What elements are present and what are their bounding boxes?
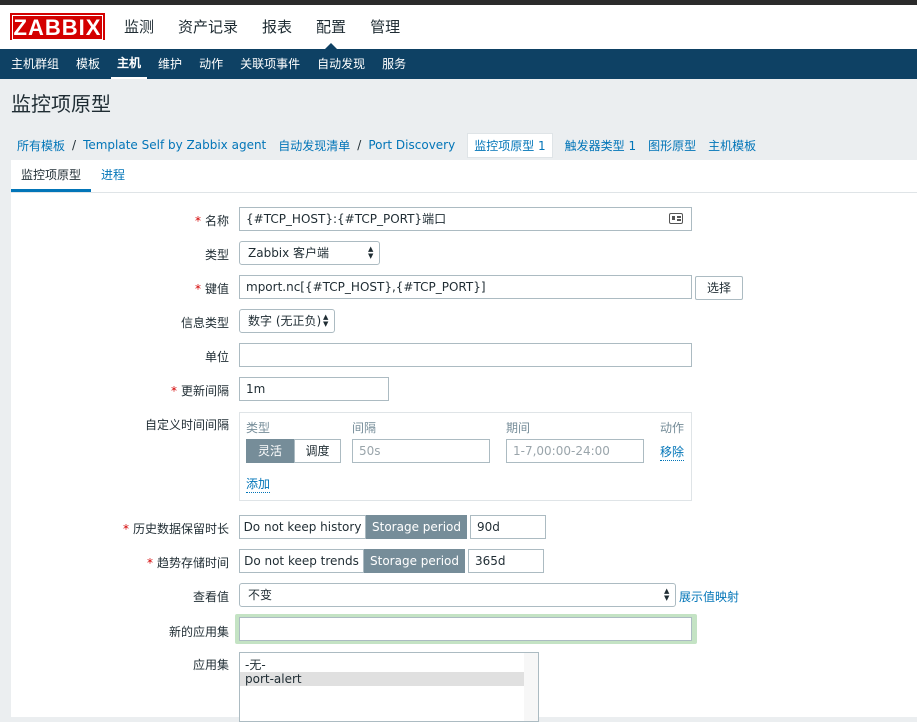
key-select-button[interactable]: 选择: [695, 276, 743, 300]
topmenu-inventory[interactable]: 资产记录: [166, 5, 250, 49]
breadcrumb-all-templates[interactable]: 所有模板: [17, 137, 65, 154]
flexible-toggle[interactable]: 灵活: [246, 439, 294, 463]
tab-process[interactable]: 进程: [91, 160, 135, 191]
history-label: * 历史数据保留时长: [122, 522, 229, 536]
info-type-label: 信息类型: [180, 316, 229, 330]
col-action-header: 动作: [660, 421, 685, 435]
history-no-keep-toggle[interactable]: Do not keep history: [239, 515, 366, 539]
history-storage-toggle[interactable]: Storage period: [366, 515, 467, 539]
zabbix-logo[interactable]: ZABBIX: [10, 13, 105, 40]
top-menu: 监测 资产记录 报表 配置 管理: [112, 5, 412, 49]
select-arrows-icon: ▲ ▼: [323, 313, 329, 328]
topmenu-reports[interactable]: 报表: [250, 5, 304, 49]
name-value: {#TCP_HOST}:{#TCP_PORT}端口: [246, 212, 447, 226]
topmenu-configuration[interactable]: 配置: [304, 5, 358, 49]
name-input[interactable]: {#TCP_HOST}:{#TCP_PORT}端口: [239, 207, 692, 231]
header: ZABBIX 监测 资产记录 报表 配置 管理: [0, 5, 917, 49]
key-label: * 键值: [194, 282, 229, 296]
submenu-discovery[interactable]: 自动发现: [311, 49, 371, 79]
add-interval-link[interactable]: 添加: [246, 475, 271, 493]
trends-no-keep-toggle[interactable]: Do not keep trends: [239, 549, 364, 573]
col-type-header: 类型: [246, 421, 271, 435]
page-title: 监控项原型: [11, 92, 111, 116]
topmenu-administration[interactable]: 管理: [358, 5, 412, 49]
name-label: * 名称: [194, 214, 229, 228]
breadcrumb-item-prototypes[interactable]: 监控项原型 1: [467, 132, 553, 158]
breadcrumb-discovery-list[interactable]: 自动发现清单: [278, 137, 350, 154]
trends-period-input[interactable]: 365d: [468, 549, 544, 573]
custom-intervals-label: 自定义时间间隔: [144, 418, 229, 432]
submenu-host-groups[interactable]: 主机群组: [5, 49, 65, 79]
type-select[interactable]: Zabbix 客户端 ▲ ▼: [239, 241, 380, 265]
applications-listbox[interactable]: -无- port-alert: [239, 652, 539, 722]
type-value: Zabbix 客户端: [248, 246, 330, 260]
breadcrumb-template[interactable]: Template Self by Zabbix agent: [83, 138, 266, 152]
submenu-templates[interactable]: 模板: [70, 49, 106, 79]
breadcrumb-separator: /: [357, 138, 362, 152]
submenu-maintenance[interactable]: 维护: [152, 49, 188, 79]
macro-card-icon[interactable]: [669, 213, 683, 224]
col-period-header: 期间: [506, 421, 531, 435]
history-period-input[interactable]: 90d: [470, 515, 546, 539]
topmenu-monitoring[interactable]: 监测: [112, 5, 166, 49]
breadcrumb-discovery-rule[interactable]: Port Discovery: [368, 138, 455, 152]
sub-menu: 主机群组 模板 主机 维护 动作 关联项事件 自动发现 服务: [0, 49, 917, 79]
submenu-services[interactable]: 服务: [376, 49, 412, 79]
key-input[interactable]: mport.nc[{#TCP_HOST},{#TCP_PORT}]: [239, 275, 692, 299]
breadcrumb-graph-prototypes[interactable]: 图形原型: [648, 137, 696, 154]
show-value-mappings-link[interactable]: 展示值映射: [679, 588, 739, 605]
applications-label: 应用集: [192, 658, 229, 672]
trends-label: * 趋势存储时间: [146, 556, 229, 570]
update-interval-input[interactable]: 1m: [239, 377, 389, 401]
interval-input[interactable]: 50s: [352, 439, 490, 463]
select-arrows-icon: ▲ ▼: [368, 245, 374, 260]
logo-text: ZABBIX: [12, 15, 103, 40]
breadcrumb-separator: /: [72, 138, 77, 152]
new-application-input[interactable]: [239, 617, 692, 641]
units-input[interactable]: [239, 343, 692, 367]
tab-item-prototype[interactable]: 监控项原型: [11, 160, 92, 192]
valuemap-select[interactable]: 不变 ▲ ▼: [239, 583, 676, 607]
tab-bar: 监控项原型 进程: [11, 160, 917, 193]
scheduling-toggle[interactable]: 调度: [294, 439, 341, 463]
custom-intervals-table: 类型 间隔 期间 动作 灵活 调度 50s 1-7,00:00-24:00 移除…: [239, 412, 692, 501]
breadcrumb-trigger-prototypes[interactable]: 触发器类型 1: [565, 137, 636, 154]
submenu-event-correlation[interactable]: 关联项事件: [234, 49, 306, 79]
list-item[interactable]: port-alert: [240, 672, 524, 686]
period-input[interactable]: 1-7,00:00-24:00: [506, 439, 644, 463]
select-arrows-icon: ▲ ▼: [664, 587, 670, 602]
info-type-value: 数字 (无正负): [248, 314, 322, 328]
info-type-select[interactable]: 数字 (无正负) ▲ ▼: [239, 309, 335, 333]
breadcrumb: 所有模板 / Template Self by Zabbix agent 自动发…: [0, 130, 917, 160]
update-interval-label: * 更新间隔: [170, 384, 229, 398]
valuemap-value: 不变: [248, 588, 273, 602]
submenu-hosts[interactable]: 主机: [111, 49, 148, 79]
remove-interval-link[interactable]: 移除: [660, 443, 685, 461]
listbox-scrollbar[interactable]: [524, 653, 538, 721]
type-label: 类型: [204, 248, 229, 262]
submenu-actions[interactable]: 动作: [193, 49, 229, 79]
valuemap-label: 查看值: [192, 590, 229, 604]
new-application-label: 新的应用集: [168, 625, 229, 639]
trends-storage-toggle[interactable]: Storage period: [364, 549, 465, 573]
list-item[interactable]: -无-: [240, 658, 538, 672]
item-prototype-form: * 名称 {#TCP_HOST}:{#TCP_PORT}端口 类型 Zabbix …: [11, 193, 917, 722]
units-label: 单位: [204, 350, 229, 364]
breadcrumb-host-prototypes[interactable]: 主机模板: [708, 137, 756, 154]
col-interval-header: 间隔: [352, 421, 377, 435]
